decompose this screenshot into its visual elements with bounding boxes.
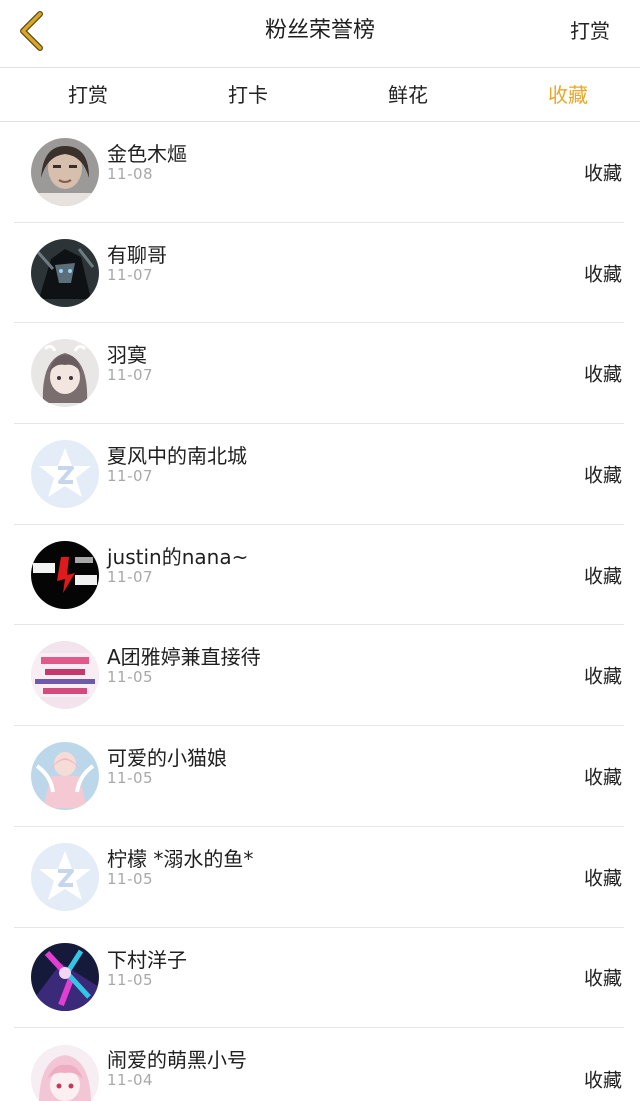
favorite-label: 收藏 [583, 363, 622, 386]
fan-name: 下村洋子 [107, 947, 187, 972]
avatar [31, 943, 99, 1012]
fan-name: 可爱的小猫娘 [107, 746, 227, 771]
fan-date: 11-05 [107, 970, 154, 989]
favorite-label: 收藏 [583, 162, 622, 185]
avatar [31, 641, 99, 710]
fan-name: 闹爱的萌黑小号 [107, 1048, 247, 1073]
back-button[interactable] [8, 8, 54, 54]
avatar [31, 842, 99, 911]
list-item[interactable]: 柠檬 *溺水的鱼* 11-05 收藏 [14, 827, 624, 928]
list-item[interactable]: 夏风中的南北城 11-07 收藏 [14, 424, 624, 525]
fan-date: 11-04 [107, 1071, 154, 1090]
fan-date: 11-07 [107, 467, 154, 486]
list-item[interactable]: justin的nana~ 11-07 收藏 [14, 525, 624, 626]
avatar [31, 540, 99, 609]
favorite-label: 收藏 [583, 263, 622, 286]
favorite-label: 收藏 [583, 867, 622, 890]
favorite-label: 收藏 [583, 665, 622, 688]
list-item[interactable]: 金色木熰 11-08 收藏 [14, 122, 624, 223]
fan-date: 11-07 [107, 366, 154, 385]
avatar [31, 339, 99, 408]
tab-reward[interactable]: 打赏 [0, 68, 160, 121]
list-item[interactable]: 有聊哥 11-07 收藏 [14, 223, 624, 324]
reward-button[interactable]: 打赏 [570, 0, 610, 62]
avatar [31, 741, 99, 810]
fan-name: 金色木熰 [107, 142, 187, 166]
fan-name: 有聊哥 [107, 242, 167, 267]
page-title: 粉丝荣誉榜 [264, 18, 375, 43]
fan-date: 11-07 [107, 265, 154, 284]
fan-name: 羽寞 [107, 343, 147, 368]
tab-favorites[interactable]: 收藏 [480, 68, 640, 121]
fan-date: 11-05 [107, 869, 154, 888]
favorite-label: 收藏 [583, 1069, 622, 1092]
tab-flowers[interactable]: 鲜花 [320, 68, 480, 121]
list-item[interactable]: 闹爱的萌黑小号 11-04 收藏 [14, 1028, 624, 1101]
tab-bar: 打赏 打卡 鲜花 收藏 [0, 68, 640, 122]
fan-date: 11-05 [107, 668, 154, 687]
fan-name: 柠檬 *溺水的鱼* [107, 846, 254, 871]
fan-name: 夏风中的南北城 [107, 444, 247, 469]
list-item[interactable]: 可爱的小猫娘 11-05 收藏 [14, 726, 624, 827]
avatar [31, 238, 99, 307]
tab-checkin[interactable]: 打卡 [160, 68, 320, 121]
chevron-left-icon [20, 11, 43, 51]
fan-date: 11-07 [107, 567, 154, 586]
fan-list: 金色木熰 11-08 收藏 有聊哥 11-07 收藏 羽寞 11-07 收藏 夏… [0, 122, 640, 1101]
avatar [31, 1044, 99, 1101]
list-item[interactable]: A团雅婷兼直接待 11-05 收藏 [14, 625, 624, 727]
top-bar: 粉丝荣誉榜 打赏 [0, 0, 640, 68]
favorite-label: 收藏 [583, 565, 622, 588]
list-item[interactable]: 羽寞 11-07 收藏 [14, 323, 624, 425]
avatar [31, 439, 99, 508]
favorite-label: 收藏 [583, 464, 622, 487]
fan-date: 11-08 [107, 165, 154, 183]
fan-name: A团雅婷兼直接待 [107, 645, 261, 670]
avatar [31, 137, 99, 206]
list-item[interactable]: 下村洋子 11-05 收藏 [14, 928, 624, 1029]
favorite-label: 收藏 [583, 766, 622, 789]
fan-name: justin的nana~ [107, 544, 249, 569]
fan-date: 11-05 [107, 769, 154, 788]
favorite-label: 收藏 [583, 967, 622, 990]
